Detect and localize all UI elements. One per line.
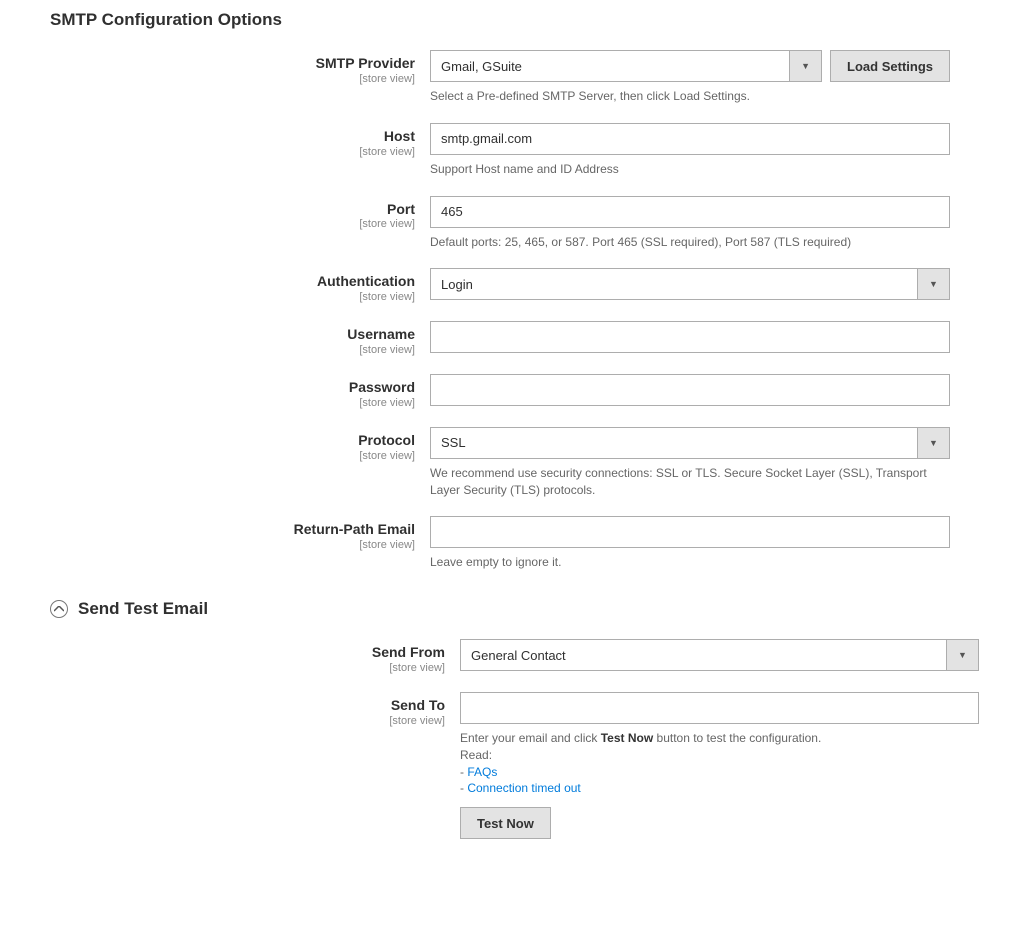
protocol-help: We recommend use security connections: S… xyxy=(430,465,950,499)
scope-label: [store view] xyxy=(0,291,415,303)
help-text-part: Enter your email and click xyxy=(460,731,601,745)
username-label: Username xyxy=(0,326,415,343)
label-col: Password [store view] xyxy=(0,374,430,409)
port-input[interactable] xyxy=(430,196,950,228)
protocol-row: Protocol [store view] SSL ▼ We recommend… xyxy=(0,427,1019,499)
chevron-up-icon xyxy=(50,600,68,618)
send-from-value: General Contact xyxy=(460,639,947,671)
scope-label: [store view] xyxy=(0,397,415,409)
port-help: Default ports: 25, 465, or 587. Port 465… xyxy=(430,234,950,251)
help-text-part: button to test the configuration. xyxy=(653,731,821,745)
password-input[interactable] xyxy=(430,374,950,406)
connection-timed-out-link[interactable]: Connection timed out xyxy=(467,781,580,795)
control-col: Enter your email and click Test Now butt… xyxy=(460,692,1019,839)
smtp-provider-value: Gmail, GSuite xyxy=(430,50,790,82)
label-col: Send To [store view] xyxy=(0,692,460,727)
scope-label: [store view] xyxy=(0,73,415,85)
scope-label: [store view] xyxy=(0,715,445,727)
test-now-button[interactable]: Test Now xyxy=(460,807,551,839)
label-col: Authentication [store view] xyxy=(0,268,430,303)
password-label: Password xyxy=(0,379,415,396)
scope-label: [store view] xyxy=(0,450,415,462)
smtp-provider-help: Select a Pre-defined SMTP Server, then c… xyxy=(430,88,950,105)
return-path-help: Leave empty to ignore it. xyxy=(430,554,950,571)
scope-label: [store view] xyxy=(0,146,415,158)
control-col xyxy=(430,321,990,353)
smtp-section-title: SMTP Configuration Options xyxy=(0,0,1019,50)
control-col: Login ▼ xyxy=(430,268,990,300)
label-col: SMTP Provider [store view] xyxy=(0,50,430,85)
scope-label: [store view] xyxy=(0,539,415,551)
read-label: Read: xyxy=(460,748,492,762)
host-label: Host xyxy=(0,128,415,145)
send-from-row: Send From [store view] General Contact ▼ xyxy=(0,639,1019,674)
host-row: Host [store view] Support Host name and … xyxy=(0,123,1019,178)
protocol-label: Protocol xyxy=(0,432,415,449)
return-path-input[interactable] xyxy=(430,516,950,548)
authentication-value: Login xyxy=(430,268,918,300)
scope-label: [store view] xyxy=(0,218,415,230)
control-col: SSL ▼ We recommend use security connecti… xyxy=(430,427,990,499)
username-row: Username [store view] xyxy=(0,321,1019,356)
password-row: Password [store view] xyxy=(0,374,1019,409)
host-input[interactable] xyxy=(430,123,950,155)
chevron-down-icon[interactable]: ▼ xyxy=(947,639,979,671)
label-col: Send From [store view] xyxy=(0,639,460,674)
send-test-title: Send Test Email xyxy=(78,599,208,619)
authentication-label: Authentication xyxy=(0,273,415,290)
protocol-value: SSL xyxy=(430,427,918,459)
load-settings-button[interactable]: Load Settings xyxy=(830,50,950,82)
label-col: Return-Path Email [store view] xyxy=(0,516,430,551)
scope-label: [store view] xyxy=(0,344,415,356)
scope-label: [store view] xyxy=(0,662,445,674)
control-col xyxy=(430,374,990,406)
username-input[interactable] xyxy=(430,321,950,353)
return-path-row: Return-Path Email [store view] Leave emp… xyxy=(0,516,1019,571)
send-to-input[interactable] xyxy=(460,692,979,724)
chevron-down-icon[interactable]: ▼ xyxy=(790,50,822,82)
send-to-row: Send To [store view] Enter your email an… xyxy=(0,692,1019,839)
control-col: Default ports: 25, 465, or 587. Port 465… xyxy=(430,196,990,251)
control-col: Support Host name and ID Address xyxy=(430,123,990,178)
label-col: Port [store view] xyxy=(0,196,430,231)
label-col: Protocol [store view] xyxy=(0,427,430,462)
host-help: Support Host name and ID Address xyxy=(430,161,950,178)
send-test-email-section[interactable]: Send Test Email xyxy=(0,589,1019,639)
authentication-row: Authentication [store view] Login ▼ xyxy=(0,268,1019,303)
return-path-label: Return-Path Email xyxy=(0,521,415,538)
control-col: Gmail, GSuite ▼ Load Settings Select a P… xyxy=(430,50,990,105)
send-to-help: Enter your email and click Test Now butt… xyxy=(460,730,979,797)
send-from-label: Send From xyxy=(0,644,445,661)
control-col: General Contact ▼ xyxy=(460,639,1019,671)
authentication-select[interactable]: Login ▼ xyxy=(430,268,950,300)
control-col: Leave empty to ignore it. xyxy=(430,516,990,571)
help-text-strong: Test Now xyxy=(601,731,653,745)
label-col: Host [store view] xyxy=(0,123,430,158)
smtp-provider-select[interactable]: Gmail, GSuite ▼ xyxy=(430,50,822,82)
smtp-provider-row: SMTP Provider [store view] Gmail, GSuite… xyxy=(0,50,1019,105)
smtp-provider-label: SMTP Provider xyxy=(0,55,415,72)
port-row: Port [store view] Default ports: 25, 465… xyxy=(0,196,1019,251)
chevron-down-icon[interactable]: ▼ xyxy=(918,427,950,459)
chevron-down-icon[interactable]: ▼ xyxy=(918,268,950,300)
protocol-select[interactable]: SSL ▼ xyxy=(430,427,950,459)
label-col: Username [store view] xyxy=(0,321,430,356)
port-label: Port xyxy=(0,201,415,218)
send-to-label: Send To xyxy=(0,697,445,714)
faqs-link[interactable]: FAQs xyxy=(467,765,497,779)
send-from-select[interactable]: General Contact ▼ xyxy=(460,639,979,671)
